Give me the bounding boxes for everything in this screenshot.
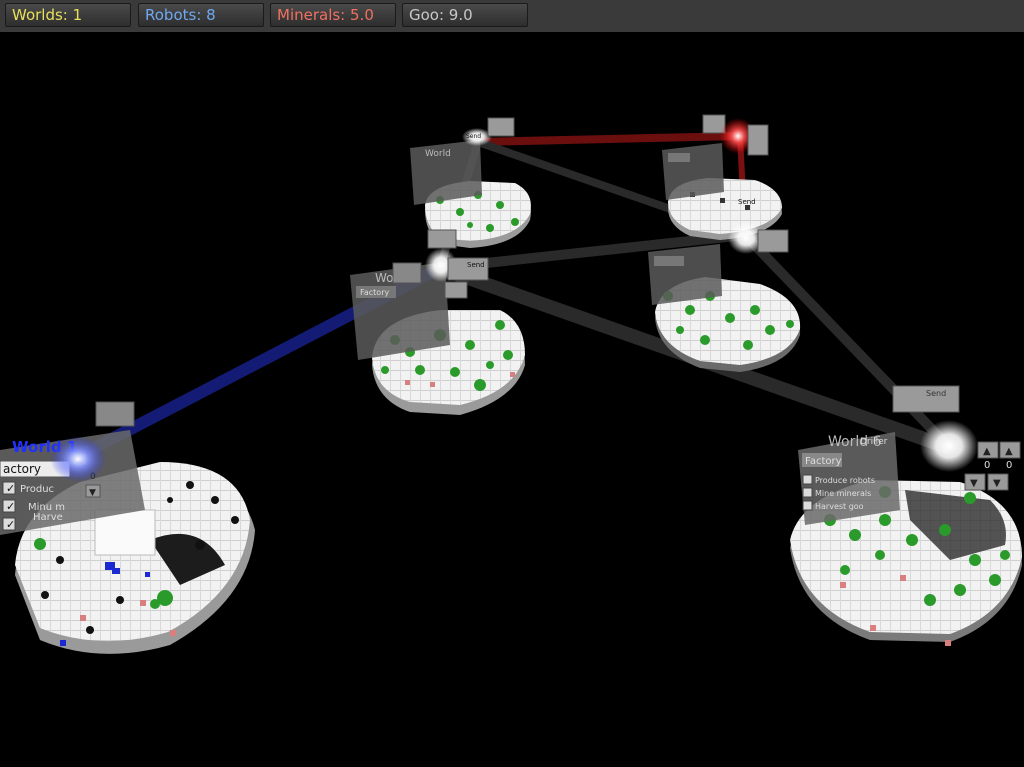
world-5-controls[interactable] [747,124,769,156]
arrow-down-icon: ▼ [993,478,1001,489]
robots-counter: Robots: 8 [138,3,264,27]
arrow-down-icon: ▼ [970,478,978,489]
checkmark-icon: ✓ [6,518,15,531]
world-4-title: World [425,149,451,159]
robots-label: Robots: 8 [145,6,216,24]
world-1-option-harvest: Harve [33,512,63,523]
world-3-controls[interactable] [757,229,789,253]
world-6-tab-driller[interactable]: Driller [860,437,888,447]
world-4-send-label: Send [466,133,481,140]
world-3-factory-input[interactable] [654,256,684,266]
arrow-up-icon: ▲ [1005,446,1013,457]
world-6-counter-right: 0 [1006,460,1012,471]
worlds-label: Worlds: 1 [12,6,83,24]
goo-counter: Goo: 9.0 [402,3,528,27]
arrow-up-icon: ▲ [983,446,991,457]
world-6-option-harvest: Harvest goo [815,502,864,511]
world-3-send-label: Send [738,198,756,206]
world-6-portal-glow [920,420,978,472]
minerals-counter: Minerals: 5.0 [270,3,396,27]
world-1-send-box[interactable] [95,401,135,427]
world-6-option-produce: Produce robots [815,476,875,485]
arrow-down-icon: ▼ [89,488,96,498]
world-6-option-mine: Mine minerals [815,489,871,498]
world-6-counter-left: 0 [984,460,990,471]
world-6-check-mine[interactable] [802,487,813,498]
world-6-send-label: Send [926,389,946,398]
world-2-factory-text: Factory [360,288,389,297]
world-2-down-controls[interactable] [444,281,468,299]
world-1-portal-glow [50,436,106,482]
world-6-check-harvest[interactable] [802,500,813,511]
world-5-factory-input[interactable] [668,153,690,162]
world-2-send-box[interactable] [392,262,422,284]
worlds-counter: Worlds: 1 [5,3,131,27]
resource-bar: Worlds: 1 Robots: 8 Minerals: 5.0 Goo: 9… [0,0,1024,32]
world-4-controls[interactable] [487,117,515,137]
world-1-option-produce: Produc [20,484,54,495]
world-6-check-produce[interactable] [802,474,813,485]
goo-label: Goo: 9.0 [409,6,473,24]
world-1-factory-text: actory [3,462,41,476]
checkmark-icon: ✓ [6,500,15,513]
world-map[interactable]: World 1 actory ✓ Produc ✓ Minu m ✓ Harve… [0,32,1024,767]
beam-world4-to-world5 [477,132,741,146]
world-4-bottom-controls[interactable] [427,229,457,249]
minerals-label: Minerals: 5.0 [277,6,374,24]
checkmark-icon: ✓ [6,482,15,495]
world-2-title: Wo [375,271,394,285]
game-scene[interactable]: World 1 actory ✓ Produc ✓ Minu m ✓ Harve… [0,32,1024,767]
world-2-send-label: Send [467,261,485,269]
world-6-factory-text: Factory [805,456,842,467]
